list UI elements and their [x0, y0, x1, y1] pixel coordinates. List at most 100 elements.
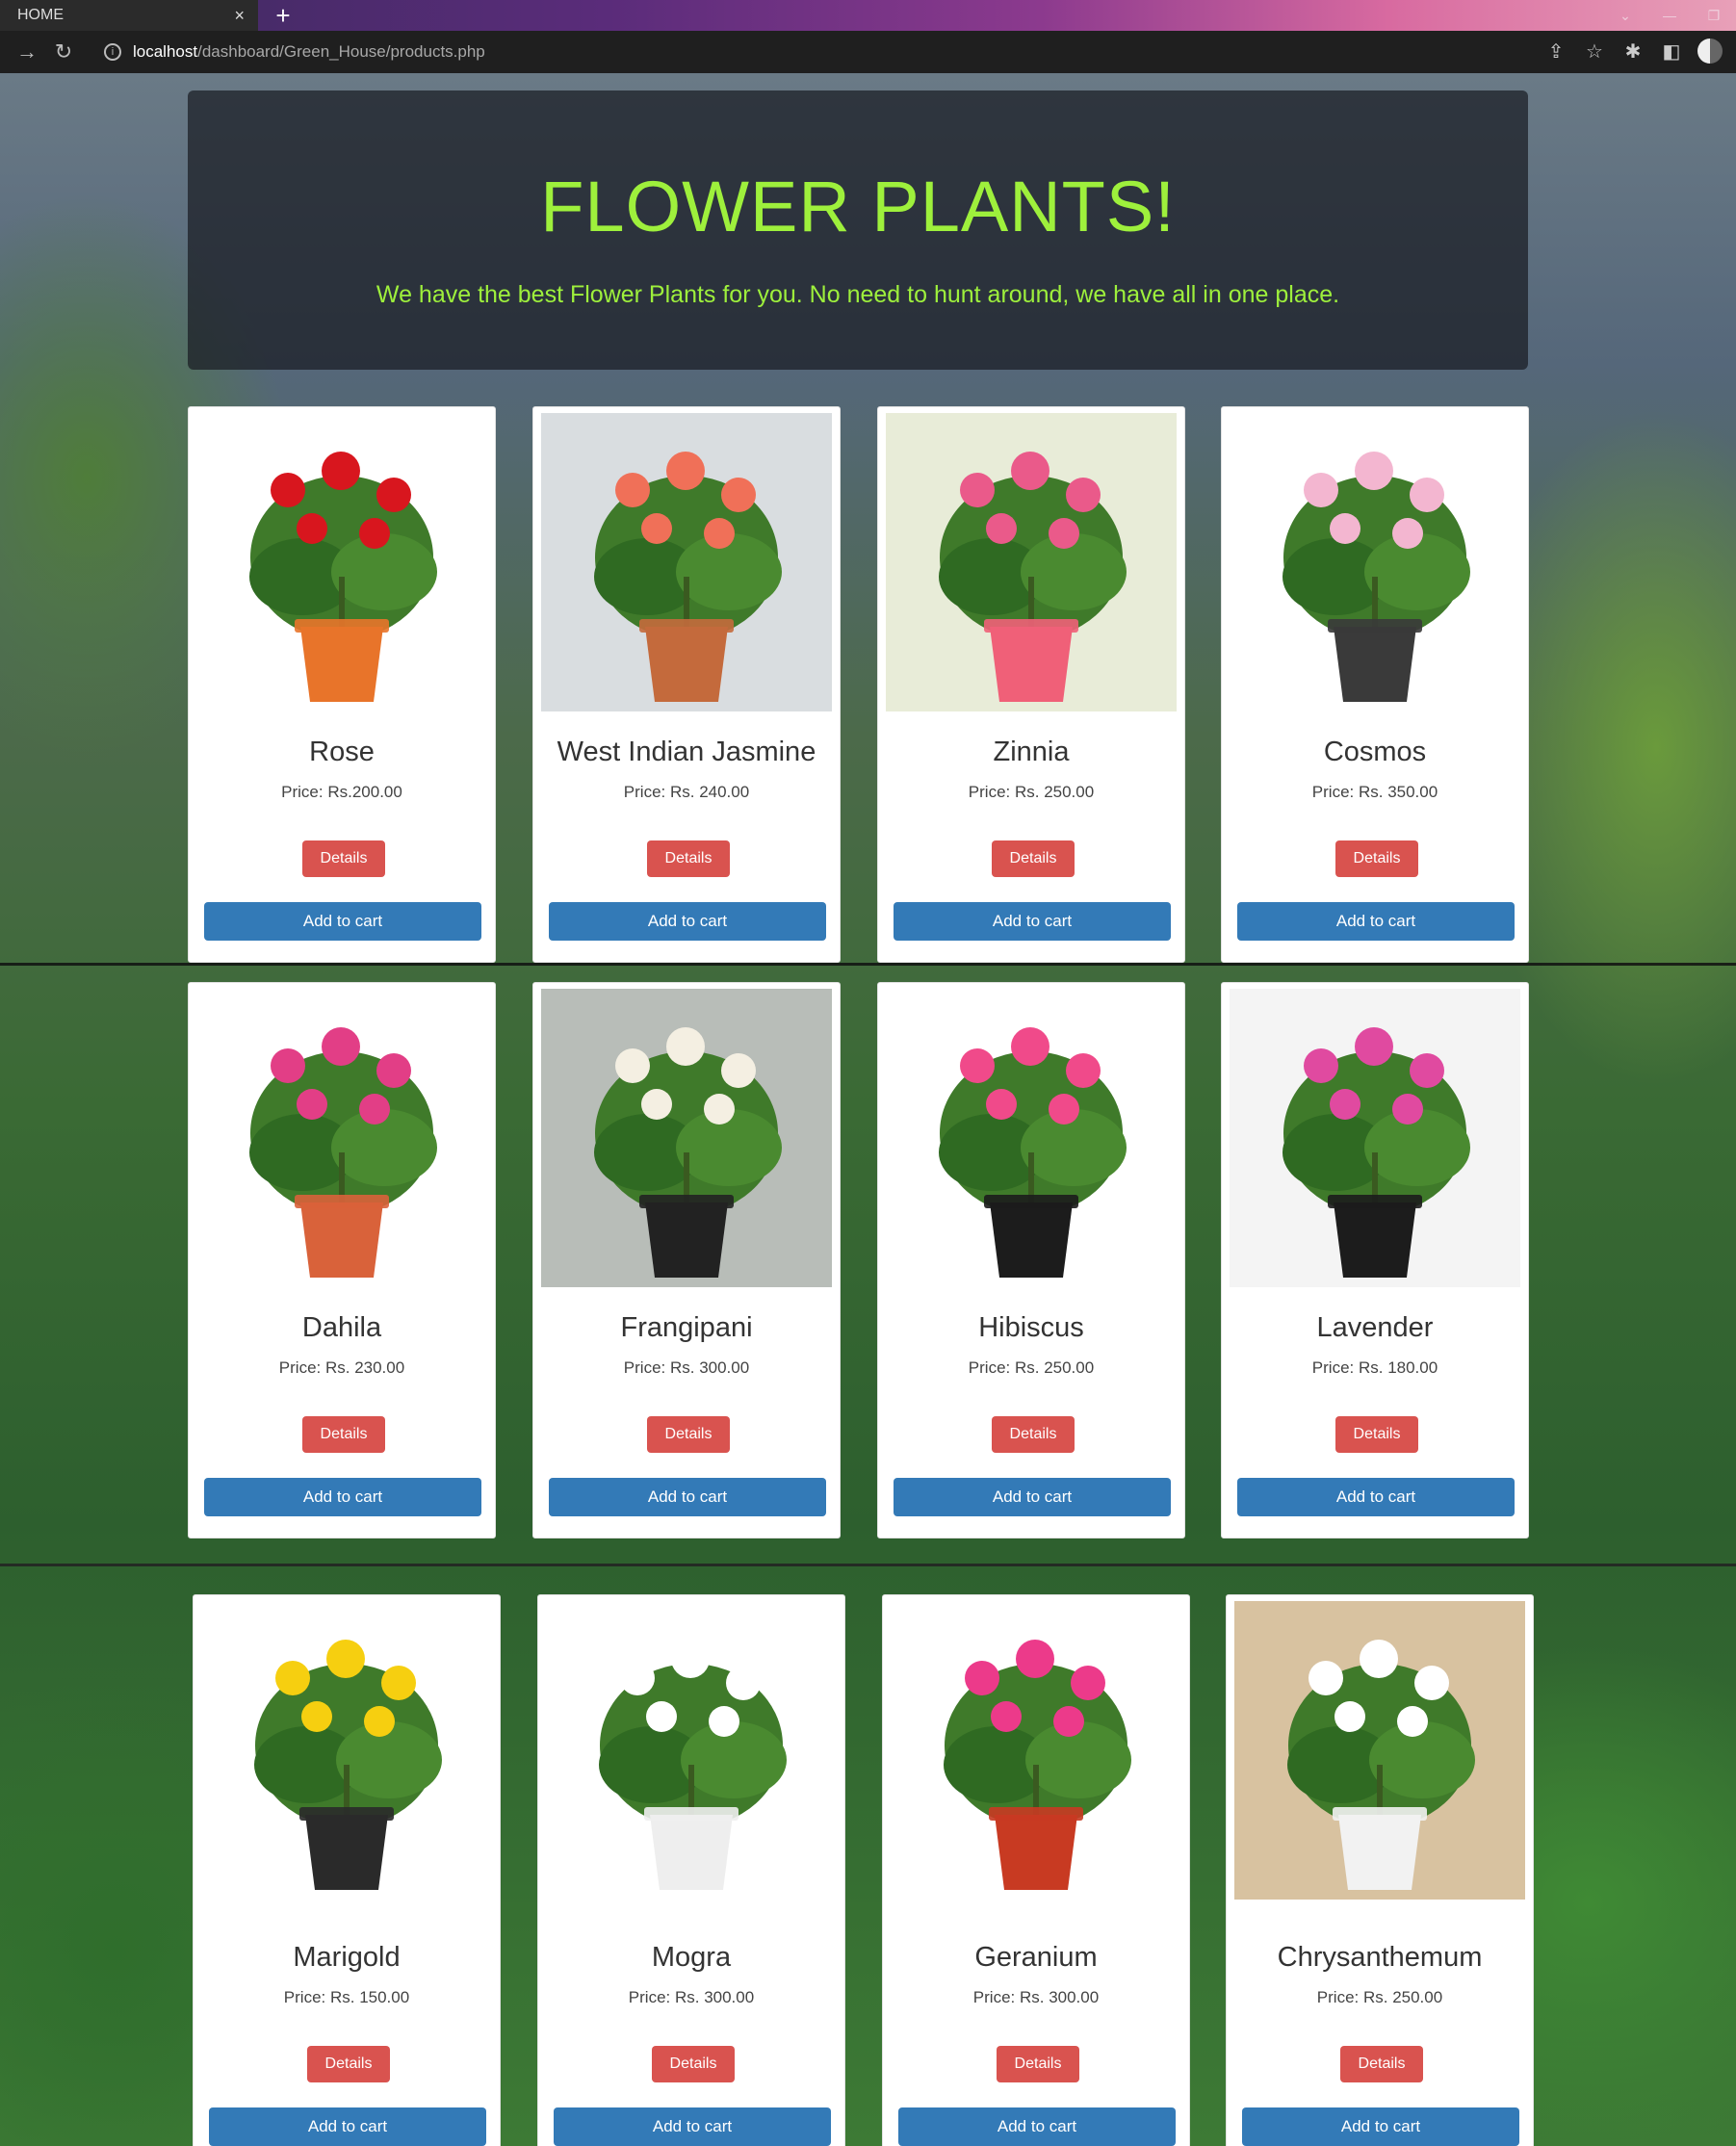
product-card: Chrysanthemum Price: Rs. 250.00 Details Add…: [1226, 1594, 1534, 2146]
add-to-cart-button[interactable]: Add to cart: [1242, 2107, 1519, 2146]
product-name: Chrysanthemum: [1277, 1942, 1483, 1973]
details-button[interactable]: Details: [647, 1416, 730, 1453]
share-icon[interactable]: ⇪: [1543, 39, 1568, 65]
product-price: Price: Rs. 300.00: [628, 1988, 755, 2006]
add-to-cart-button[interactable]: Add to cart: [549, 902, 826, 941]
product-card: Rose Price: Rs.200.00 Details Add to cart: [188, 406, 496, 963]
product-name: Zinnia: [993, 737, 1070, 767]
product-card: Dahila Price: Rs. 230.00 Details Add to car…: [188, 982, 496, 1538]
add-to-cart-button[interactable]: Add to cart: [1237, 902, 1515, 941]
product-image: [886, 989, 1177, 1287]
product-price: Price: Rs. 240.00: [623, 783, 750, 801]
profile-avatar[interactable]: [1697, 39, 1723, 64]
product-image: [196, 989, 487, 1287]
minimize-icon[interactable]: —: [1647, 0, 1692, 31]
product-card: West Indian Jasmine Price: Rs. 240.00 Deta…: [532, 406, 841, 963]
product-card: Zinnia Price: Rs. 250.00 Details Add to car…: [877, 406, 1185, 963]
product-card: Lavender Price: Rs. 180.00 Details Add to c…: [1221, 982, 1529, 1538]
section-divider: [0, 963, 1736, 966]
side-panel-icon[interactable]: ◧: [1659, 39, 1684, 65]
product-image: [891, 1601, 1181, 1900]
product-name: Mogra: [651, 1942, 732, 1973]
product-card: Marigold Price: Rs. 150.00 Details Add to c…: [193, 1594, 501, 2146]
forward-icon[interactable]: →: [13, 39, 40, 65]
product-image: [886, 413, 1177, 711]
product-image: [196, 413, 487, 711]
window-controls: ⌄ — ❐: [1603, 0, 1736, 31]
product-card: Frangipani Price: Rs. 300.00 Details Add to…: [532, 982, 841, 1538]
details-button[interactable]: Details: [992, 840, 1075, 877]
product-price: Price: Rs. 300.00: [972, 1988, 1100, 2006]
product-image: [541, 989, 832, 1287]
product-price: Price: Rs. 250.00: [968, 1358, 1095, 1377]
hero-title: FLOWER PLANTS!: [540, 167, 1176, 246]
browser-tab-home[interactable]: HOME ×: [0, 0, 258, 31]
product-card: Hibiscus Price: Rs. 250.00 Details Add to c…: [877, 982, 1185, 1538]
product-image: [1230, 413, 1520, 711]
chevron-down-icon[interactable]: ⌄: [1603, 0, 1647, 31]
product-price: Price: Rs. 150.00: [283, 1988, 410, 2006]
address-bar: → ↻ i localhost/dashboard/Green_House/pr…: [0, 31, 1736, 73]
product-name: Cosmos: [1323, 737, 1427, 767]
details-button[interactable]: Details: [652, 2046, 735, 2082]
product-name: Frangipani: [620, 1312, 753, 1343]
site-info-icon[interactable]: i: [104, 43, 121, 61]
add-to-cart-button[interactable]: Add to cart: [554, 2107, 831, 2146]
add-to-cart-button[interactable]: Add to cart: [898, 2107, 1176, 2146]
product-name: Marigold: [293, 1942, 401, 1973]
section-divider: [0, 1564, 1736, 1566]
product-image: [201, 1601, 492, 1900]
products-page: FLOWER PLANTS! We have the best Flower P…: [0, 73, 1736, 2146]
url-host: localhost: [133, 42, 198, 61]
product-name: West Indian Jasmine: [557, 737, 816, 767]
new-tab-button[interactable]: +: [270, 2, 297, 29]
maximize-icon[interactable]: ❐: [1692, 0, 1736, 31]
add-to-cart-button[interactable]: Add to cart: [204, 1478, 481, 1516]
address-bar-actions: ⇪ ☆ ✱ ◧: [1543, 39, 1723, 65]
url-field[interactable]: i localhost/dashboard/Green_House/produc…: [104, 40, 485, 64]
product-card: Cosmos Price: Rs. 350.00 Details Add to car…: [1221, 406, 1529, 963]
product-card: Mogra Price: Rs. 300.00 Details Add to cart: [537, 1594, 845, 2146]
add-to-cart-button[interactable]: Add to cart: [549, 1478, 826, 1516]
product-name: Hibiscus: [978, 1312, 1084, 1343]
product-price: Price: Rs. 300.00: [623, 1358, 750, 1377]
product-name: Geranium: [974, 1942, 1098, 1973]
add-to-cart-button[interactable]: Add to cart: [1237, 1478, 1515, 1516]
add-to-cart-button[interactable]: Add to cart: [894, 1478, 1171, 1516]
details-button[interactable]: Details: [302, 840, 385, 877]
url-path: /dashboard/Green_House/products.php: [197, 42, 485, 61]
details-button[interactable]: Details: [997, 2046, 1079, 2082]
product-image: [1230, 989, 1520, 1287]
product-name: Dahila: [301, 1312, 382, 1343]
bookmark-star-icon[interactable]: ☆: [1582, 39, 1607, 65]
tab-title: HOME: [17, 7, 64, 23]
product-price: Price: Rs. 350.00: [1311, 783, 1438, 801]
reload-icon[interactable]: ↻: [50, 39, 77, 65]
product-price: Price: Rs. 250.00: [1316, 1988, 1443, 2006]
details-button[interactable]: Details: [1335, 840, 1418, 877]
tab-close-icon[interactable]: ×: [234, 6, 245, 26]
product-image: [541, 413, 832, 711]
product-card: Geranium Price: Rs. 300.00 Details Add to c…: [882, 1594, 1190, 2146]
details-button[interactable]: Details: [647, 840, 730, 877]
product-name: Lavender: [1316, 1312, 1434, 1343]
details-button[interactable]: Details: [992, 1416, 1075, 1453]
product-image: [546, 1601, 837, 1900]
details-button[interactable]: Details: [302, 1416, 385, 1453]
hero-banner: FLOWER PLANTS! We have the best Flower P…: [188, 90, 1528, 370]
add-to-cart-button[interactable]: Add to cart: [204, 902, 481, 941]
product-price: Price: Rs.200.00: [281, 783, 402, 801]
details-button[interactable]: Details: [1340, 2046, 1423, 2082]
details-button[interactable]: Details: [307, 2046, 390, 2082]
add-to-cart-button[interactable]: Add to cart: [209, 2107, 486, 2146]
product-price: Price: Rs. 180.00: [1311, 1358, 1438, 1377]
details-button[interactable]: Details: [1335, 1416, 1418, 1453]
hero-subtitle: We have the best Flower Plants for you. …: [376, 281, 1340, 308]
product-price: Price: Rs. 250.00: [968, 783, 1095, 801]
product-image: [1234, 1601, 1525, 1900]
add-to-cart-button[interactable]: Add to cart: [894, 902, 1171, 941]
extensions-puzzle-icon[interactable]: ✱: [1620, 39, 1645, 65]
product-price: Price: Rs. 230.00: [278, 1358, 405, 1377]
product-name: Rose: [309, 737, 375, 767]
browser-tab-strip: HOME × + ⌄ — ❐: [0, 0, 1736, 31]
